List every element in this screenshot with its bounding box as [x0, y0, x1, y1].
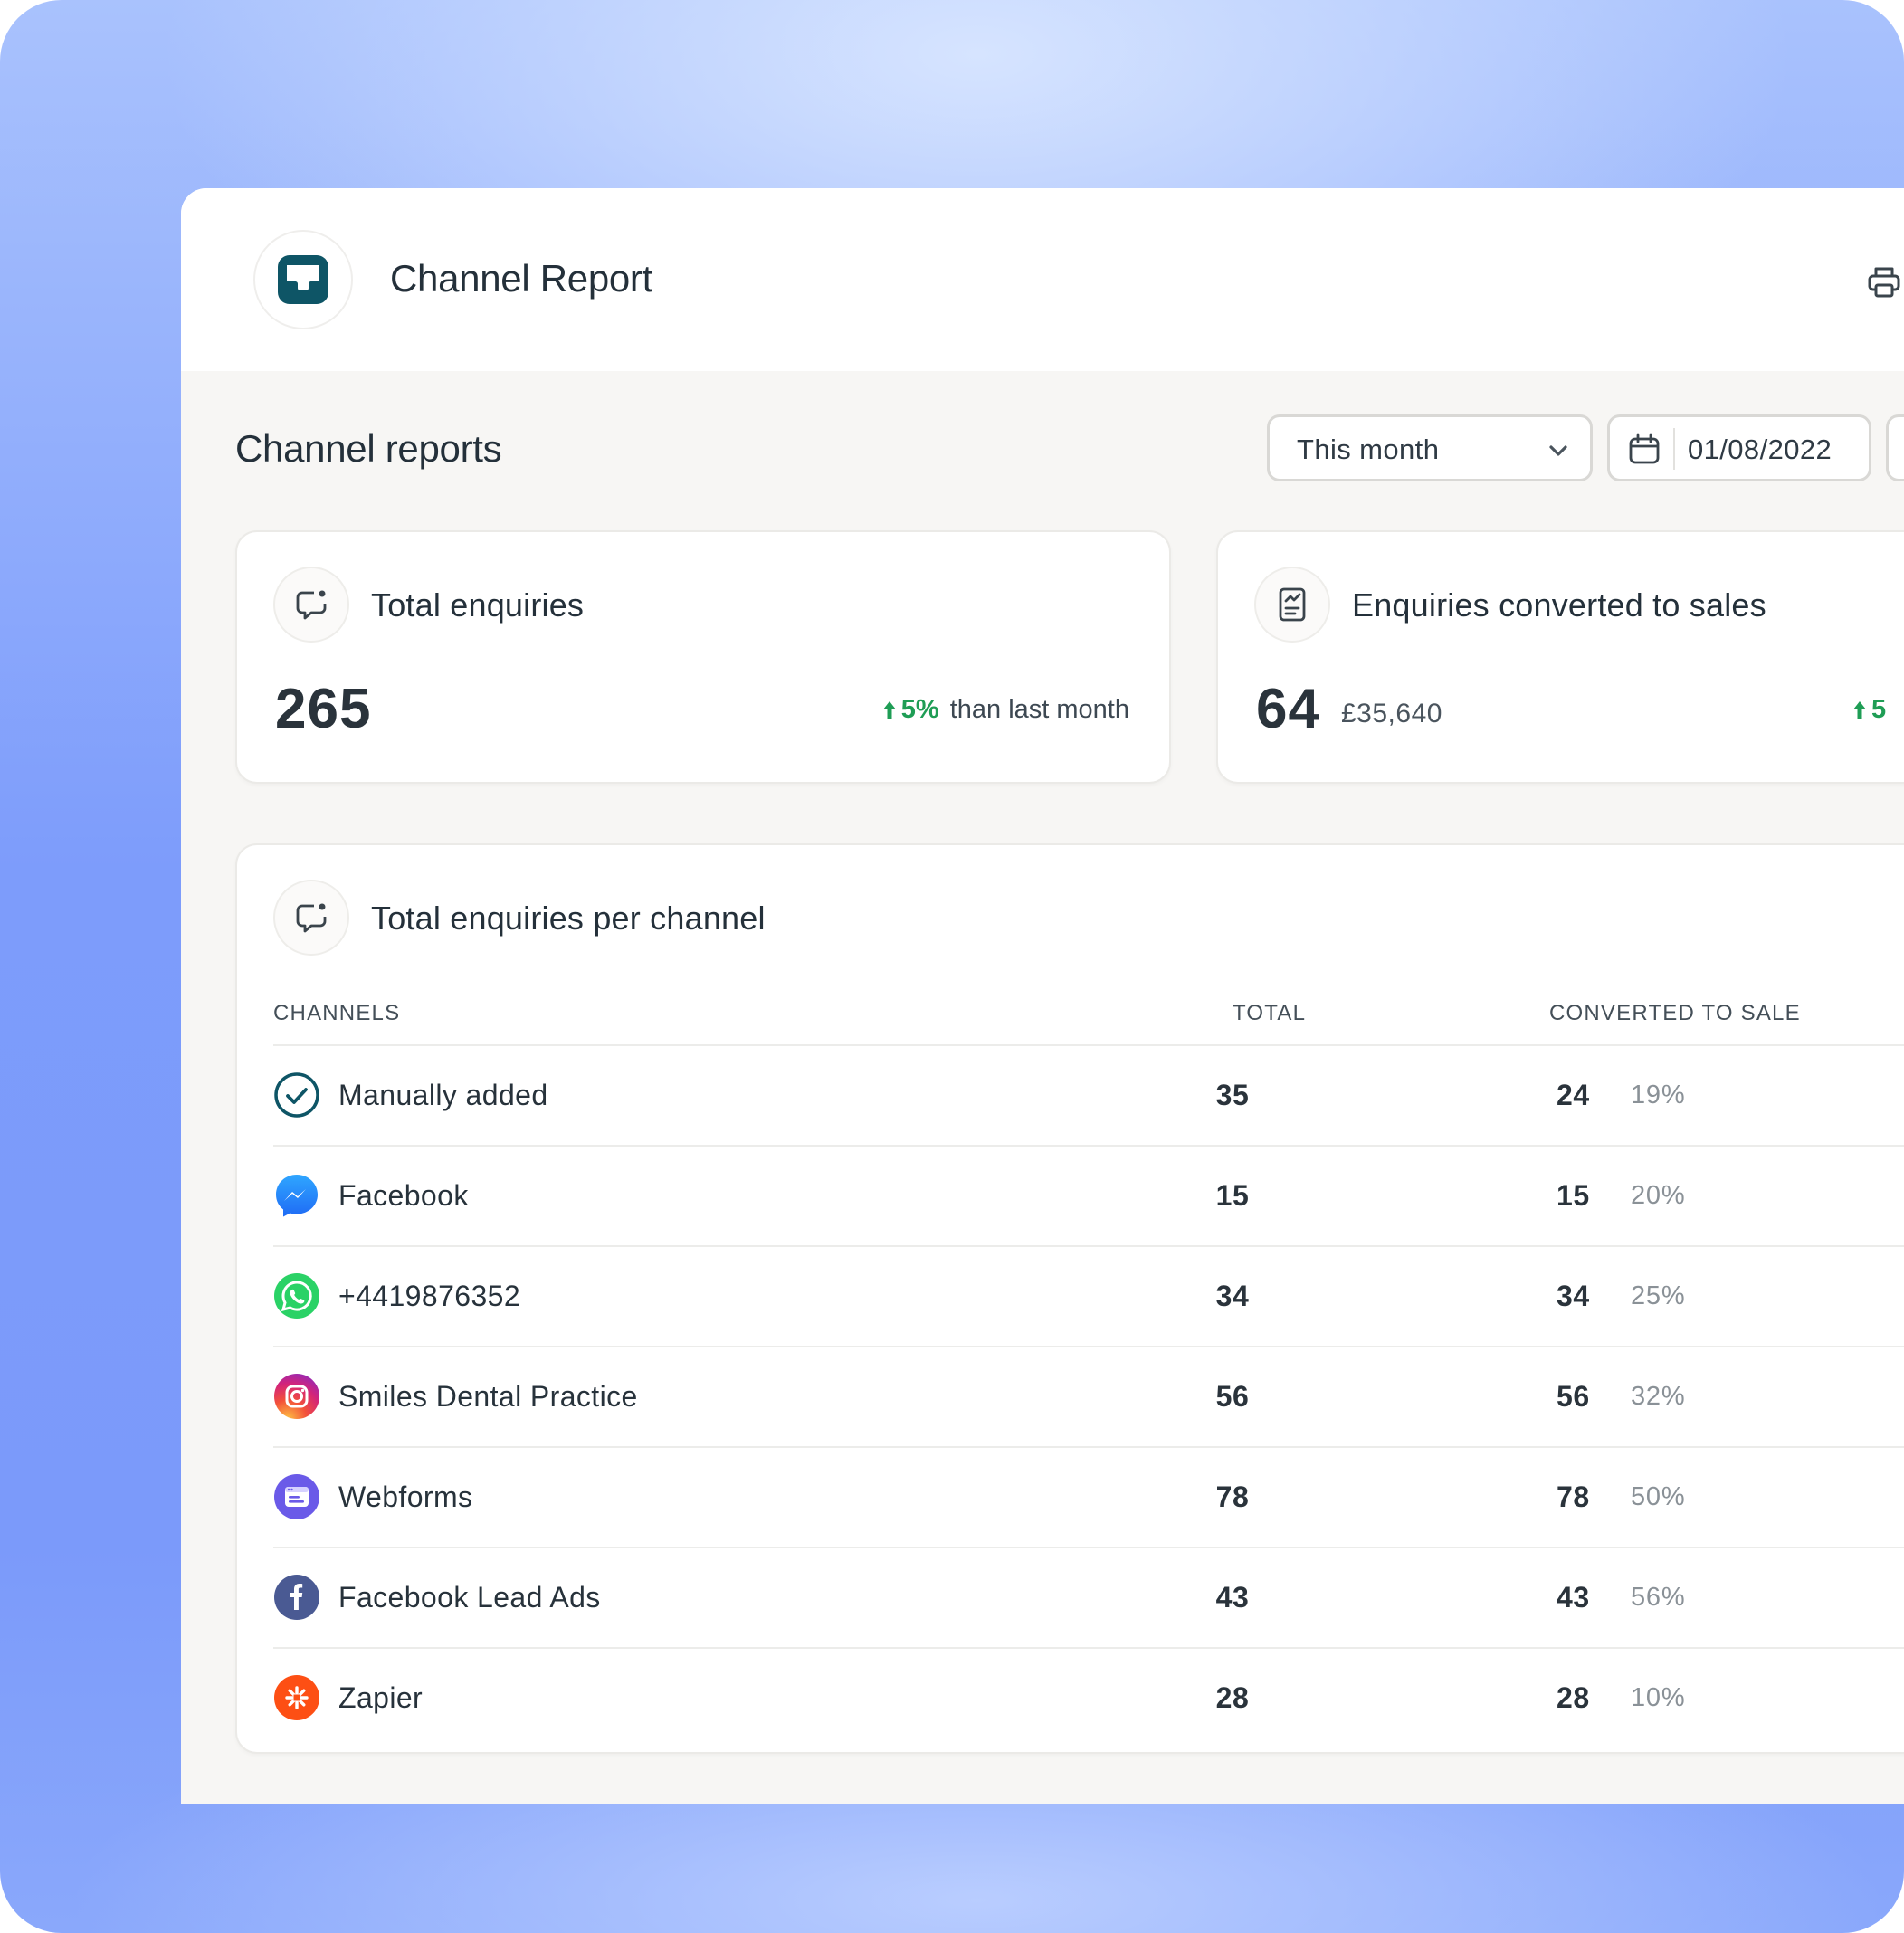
- total-enquiries-card: Total enquiries 265 5% than last month: [235, 530, 1171, 784]
- channel-name: Smiles Dental Practice: [338, 1380, 638, 1413]
- webform-icon: [273, 1473, 320, 1520]
- channel-converted: 15: [1557, 1179, 1590, 1212]
- table-title: Total enquiries per channel: [371, 900, 766, 937]
- channel-converted-percent: 10%: [1631, 1683, 1686, 1712]
- checkmark-icon: [273, 1071, 320, 1119]
- zapier-icon: [273, 1674, 320, 1721]
- channels-table-body: Manually added 35 24 19% Facebook 15 15 …: [273, 1044, 1904, 1747]
- calendar-icon: [1629, 433, 1660, 464]
- channel-converted: 28: [1557, 1681, 1590, 1714]
- trend-suffix: than last month: [949, 695, 1129, 724]
- converted-card: Enquiries converted to sales 64 £35,640 …: [1216, 530, 1904, 784]
- messenger-icon: [273, 1172, 320, 1219]
- total-enquiries-trend: 5% than last month: [881, 695, 1129, 725]
- period-select[interactable]: This month: [1267, 414, 1593, 481]
- arrow-up-icon: [882, 700, 896, 719]
- channel-converted-percent: 32%: [1631, 1382, 1686, 1411]
- channel-name: Zapier: [338, 1681, 424, 1714]
- app-title: Channel Report: [390, 257, 652, 300]
- column-header-converted[interactable]: CONVERTED TO SALE: [1549, 1001, 1801, 1026]
- channel-converted-percent: 50%: [1631, 1482, 1686, 1511]
- period-select-value: This month: [1297, 433, 1440, 465]
- table-row[interactable]: Manually added 35 24 19%: [273, 1044, 1904, 1145]
- table-row[interactable]: Zapier 28 28 10%: [273, 1647, 1904, 1747]
- inbox-logo-icon: [278, 255, 328, 304]
- date-divider: [1673, 428, 1675, 470]
- table-row[interactable]: Webforms 78 78 50%: [273, 1446, 1904, 1547]
- channel-total: 28: [1215, 1681, 1250, 1714]
- trend-percent: 5: [1871, 695, 1887, 724]
- facebook-lead-ads-icon: [273, 1574, 320, 1621]
- column-header-total[interactable]: TOTAL: [1233, 1001, 1306, 1026]
- channel-converted-percent: 19%: [1631, 1081, 1686, 1109]
- channel-name: Facebook Lead Ads: [338, 1581, 601, 1614]
- channels-table-card: Total enquiries per channel CHANNELS TOT…: [235, 843, 1904, 1754]
- converted-trend: 5: [1852, 695, 1897, 725]
- channel-converted-percent: 56%: [1631, 1583, 1686, 1612]
- channel-total: 34: [1215, 1280, 1250, 1312]
- chat-bubble-icon: [273, 567, 349, 643]
- end-date-field[interactable]: [1886, 414, 1904, 481]
- channel-total: 43: [1215, 1581, 1250, 1614]
- channel-converted: 43: [1557, 1581, 1590, 1614]
- instagram-icon: [273, 1373, 320, 1420]
- channel-name: Facebook: [338, 1179, 469, 1212]
- total-enquiries-label: Total enquiries: [371, 586, 585, 624]
- start-date-field[interactable]: 01/08/2022: [1607, 414, 1871, 481]
- table-row[interactable]: Facebook Lead Ads 43 43 56%: [273, 1547, 1904, 1647]
- converted-value: 64: [1256, 678, 1320, 740]
- column-header-channels[interactable]: CHANNELS: [273, 1001, 400, 1026]
- app-logo[interactable]: [253, 230, 353, 329]
- report-icon: [1254, 567, 1330, 643]
- page-title: Channel reports: [235, 427, 502, 470]
- app-window: Channel Report Channel reports This mont…: [181, 188, 1904, 1804]
- channel-total: 15: [1215, 1179, 1250, 1212]
- table-row[interactable]: Facebook 15 15 20%: [273, 1145, 1904, 1245]
- channel-total: 78: [1215, 1481, 1250, 1513]
- whatsapp-icon: [273, 1272, 320, 1319]
- converted-amount: £35,640: [1341, 699, 1442, 728]
- top-bar: Channel Report: [181, 188, 1904, 371]
- channel-total: 35: [1215, 1079, 1250, 1111]
- total-enquiries-value: 265: [275, 678, 372, 740]
- channel-converted-percent: 20%: [1631, 1181, 1686, 1210]
- table-row[interactable]: +4419876352 34 34 25%: [273, 1245, 1904, 1346]
- arrow-up-icon: [1853, 700, 1866, 719]
- converted-label: Enquiries converted to sales: [1352, 586, 1766, 624]
- start-date-value: 01/08/2022: [1688, 433, 1833, 465]
- channel-name: Webforms: [338, 1481, 473, 1513]
- channel-total: 56: [1215, 1380, 1250, 1413]
- channel-name: +4419876352: [338, 1280, 521, 1312]
- chevron-down-icon: [1549, 445, 1567, 456]
- trend-percent: 5%: [900, 695, 939, 724]
- print-icon[interactable]: [1866, 264, 1902, 305]
- table-row[interactable]: Smiles Dental Practice 56 56 32%: [273, 1346, 1904, 1446]
- channel-converted: 78: [1557, 1481, 1590, 1513]
- channel-converted: 56: [1557, 1380, 1590, 1413]
- channel-converted: 34: [1557, 1280, 1590, 1312]
- chat-bubble-icon: [273, 880, 349, 956]
- channel-name: Manually added: [338, 1079, 548, 1111]
- channel-converted-percent: 25%: [1631, 1281, 1686, 1310]
- channel-converted: 24: [1557, 1079, 1590, 1111]
